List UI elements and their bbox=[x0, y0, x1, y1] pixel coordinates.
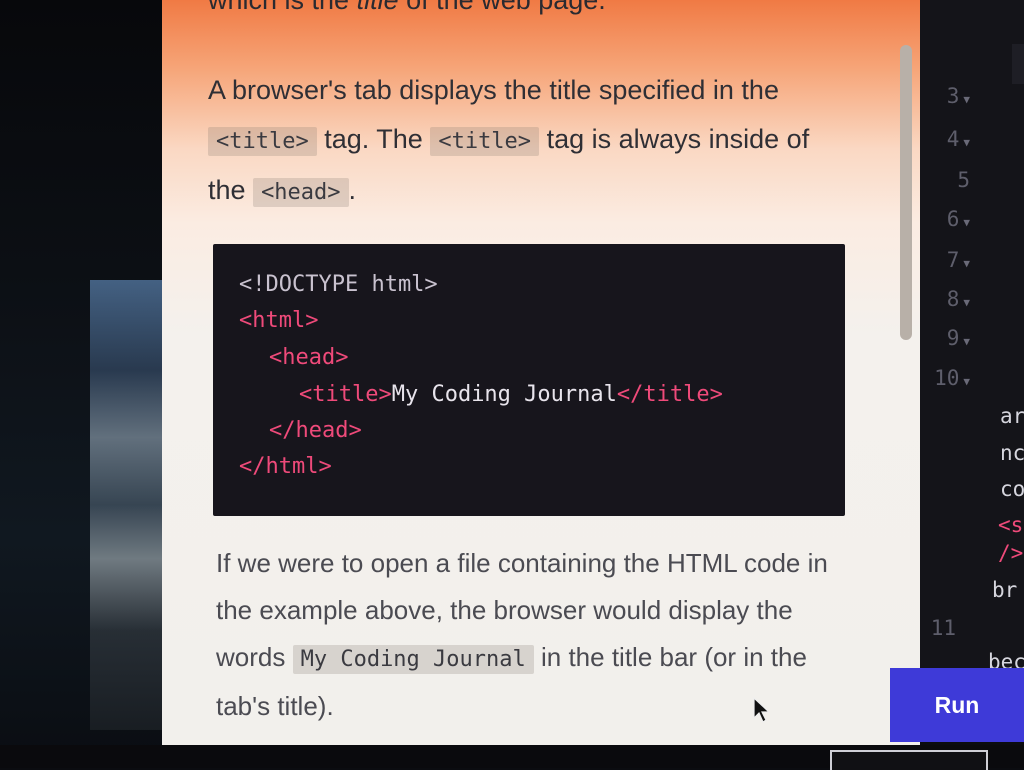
lesson-panel: which is the title of the web page. A br… bbox=[162, 0, 920, 745]
fold-chevron-icon: ▼ bbox=[963, 136, 970, 149]
line-number: 11 bbox=[930, 616, 956, 640]
fold-chevron-icon: ▼ bbox=[963, 93, 970, 106]
code-example-block: <!DOCTYPE html> <html> <head> <title>My … bbox=[213, 244, 845, 516]
line-number: 4 ▼ bbox=[946, 127, 970, 151]
mouse-cursor-icon bbox=[753, 696, 771, 723]
editor-menu-icon[interactable] bbox=[1012, 44, 1024, 84]
editor-text-fragment: co bbox=[1000, 477, 1024, 501]
editor-text-fragment: nc bbox=[1000, 441, 1024, 465]
code-line-title: <title>My Coding Journal</title> bbox=[299, 382, 723, 407]
code-line-html-close: </html> bbox=[239, 454, 332, 479]
editor-text-fragment: /> bbox=[998, 541, 1024, 565]
fold-chevron-icon: ▼ bbox=[963, 296, 970, 309]
inline-code-title: <title> bbox=[208, 127, 317, 156]
bottom-panel-tab[interactable] bbox=[830, 750, 988, 770]
lesson-top-line: which is the title of the web page. bbox=[208, 0, 606, 15]
code-line-head-close: </head> bbox=[269, 418, 362, 443]
line-number: 5 bbox=[957, 168, 970, 192]
inline-code-head: <head> bbox=[253, 178, 349, 207]
code-editor-panel[interactable]: 3 ▼ 4 ▼ 5 6 ▼ 7 ▼ 8 ▼ 9 ▼ 10 ▼ 11 ar nc co <s /… bbox=[920, 0, 1024, 674]
fold-chevron-icon: ▼ bbox=[963, 335, 970, 348]
fold-chevron-icon: ▼ bbox=[963, 216, 970, 229]
inline-code-my-coding-journal: My Coding Journal bbox=[292, 645, 534, 674]
editor-text-fragment: <s bbox=[998, 513, 1024, 537]
fold-chevron-icon: ▼ bbox=[963, 375, 970, 388]
editor-text-fragment: ar bbox=[1000, 404, 1024, 428]
line-number: 10 ▼ bbox=[934, 366, 970, 390]
inline-code-title: <title> bbox=[430, 127, 540, 156]
line-number: 3 ▼ bbox=[946, 84, 970, 108]
run-button[interactable]: Run bbox=[890, 668, 1024, 742]
line-number: 7 ▼ bbox=[946, 248, 970, 272]
line-number: 6 ▼ bbox=[946, 207, 970, 231]
lesson-paragraph-browser-display: If we were to open a file containing the… bbox=[216, 548, 828, 721]
line-number: 9 ▼ bbox=[946, 326, 970, 350]
editor-text-fragment: br bbox=[992, 578, 1018, 602]
code-line-doctype: <!DOCTYPE html> bbox=[239, 272, 438, 297]
lesson-paragraph-title-tab: A browser's tab displays the title speci… bbox=[208, 75, 810, 207]
code-line-html-open: <html> bbox=[239, 308, 319, 333]
code-line-head-open: <head> bbox=[269, 345, 349, 370]
fold-chevron-icon: ▼ bbox=[963, 257, 970, 270]
line-number: 8 ▼ bbox=[946, 287, 970, 311]
